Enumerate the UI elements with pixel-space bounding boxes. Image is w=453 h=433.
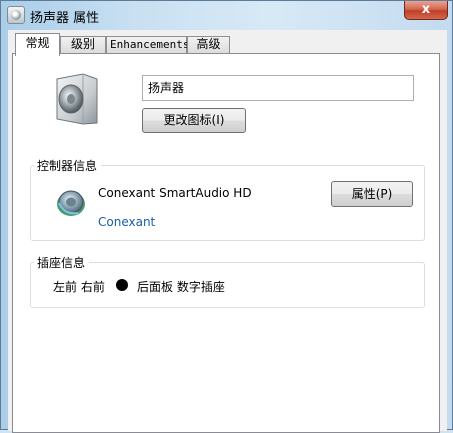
change-icon-button-label: 更改图标(I) bbox=[163, 113, 225, 127]
tab-advanced[interactable]: 高级 bbox=[187, 36, 230, 53]
properties-button-label: 属性(P) bbox=[351, 187, 393, 201]
tab-enhancements[interactable]: Enhancements bbox=[106, 36, 190, 53]
jack-info-label: 插座信息 bbox=[34, 254, 90, 271]
tab-levels[interactable]: 级别 bbox=[60, 36, 106, 53]
tab-levels-label: 级别 bbox=[70, 37, 95, 51]
speaker-icon bbox=[56, 73, 98, 125]
window-title: 扬声器 属性 bbox=[30, 11, 100, 26]
title-bar[interactable]: 扬声器 属性 x bbox=[1, 1, 453, 29]
jack-location-text: 后面板 数字插座 bbox=[137, 280, 225, 294]
change-icon-button[interactable]: 更改图标(I) bbox=[142, 108, 246, 133]
tab-enhancements-label: Enhancements bbox=[110, 38, 190, 51]
front-channels-text: 左前 右前 bbox=[53, 280, 105, 294]
controller-info-label: 控制器信息 bbox=[34, 157, 102, 174]
speaker-title-icon bbox=[7, 6, 25, 24]
controller-name: Conexant SmartAudio HD bbox=[98, 186, 252, 200]
jack-color-dot bbox=[116, 279, 128, 291]
vendor-link[interactable]: Conexant bbox=[98, 215, 155, 229]
tab-advanced-label: 高级 bbox=[196, 37, 221, 51]
device-name-field[interactable]: 扬声器 bbox=[142, 75, 414, 101]
audio-device-icon bbox=[57, 190, 85, 216]
properties-window: 扬声器 属性 x 常规 级别 Enhancements 高级 扬声器 更改图标(… bbox=[0, 0, 453, 433]
close-button[interactable]: x bbox=[404, 1, 448, 20]
tab-general-label: 常规 bbox=[25, 36, 50, 50]
properties-button[interactable]: 属性(P) bbox=[331, 181, 413, 207]
tab-general[interactable]: 常规 bbox=[15, 33, 60, 56]
device-name-value: 扬声器 bbox=[148, 81, 185, 95]
